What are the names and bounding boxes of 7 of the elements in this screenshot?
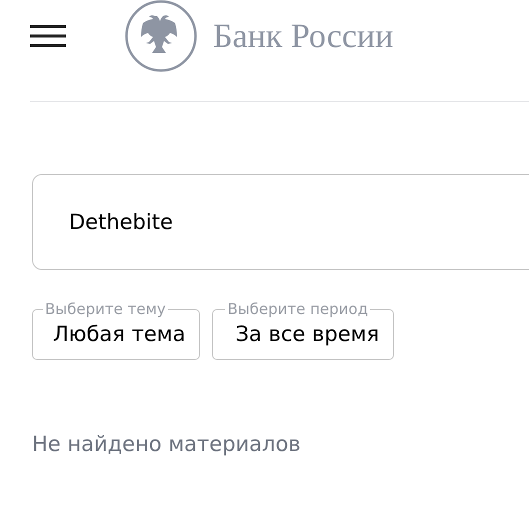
period-select[interactable]: Выберите период За все время [212,300,394,360]
search-field[interactable]: Dethebite [32,174,529,270]
no-results-message: Не найдено материалов [32,432,302,456]
menu-icon [30,25,66,47]
bird-emblem-icon [125,0,197,72]
topic-select[interactable]: Выберите тему Любая тема [32,300,200,360]
menu-button[interactable] [30,25,66,47]
